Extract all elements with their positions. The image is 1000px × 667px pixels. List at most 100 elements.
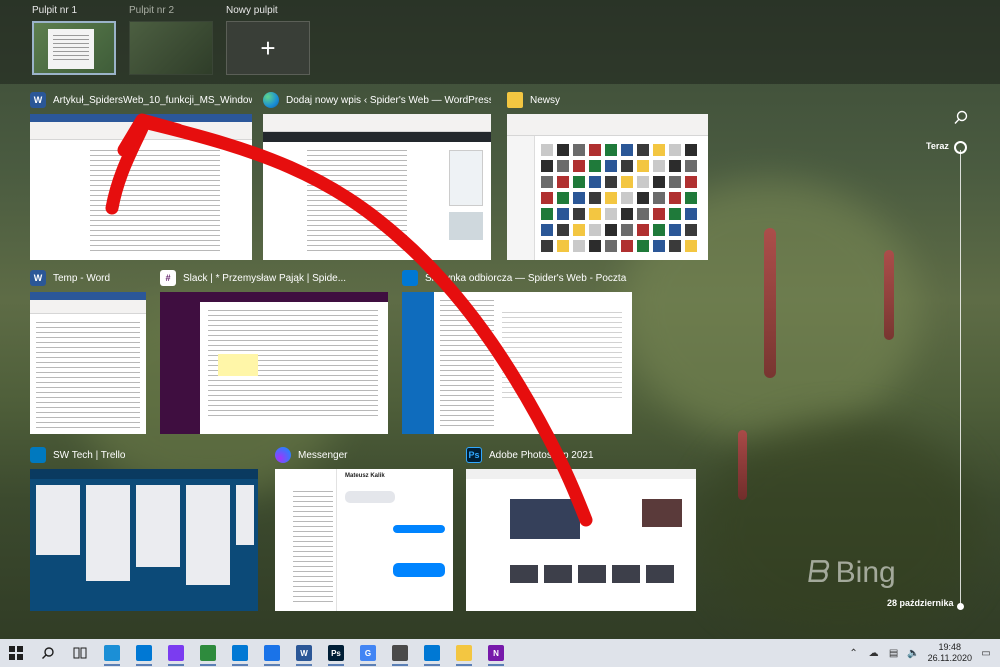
window-trello[interactable]: SW Tech | Trello [30, 445, 258, 611]
phone-app[interactable] [256, 639, 288, 667]
edge-app[interactable] [96, 639, 128, 667]
window-word-article[interactable]: W Artykuł_SpidersWeb_10_funkcji_MS_Windo… [30, 90, 252, 260]
window-header: W Temp - Word [30, 268, 146, 288]
bing-watermark: ᗷ Bing [806, 556, 896, 590]
timeline-now-marker[interactable] [954, 141, 967, 154]
search-icon [40, 645, 56, 661]
chevron-up-icon[interactable]: ⌃ [848, 647, 860, 659]
file-tile [605, 192, 617, 204]
window-title: Newsy [530, 94, 561, 106]
desktop-1[interactable]: Pulpit nr 1 [32, 4, 116, 75]
file-tile [653, 160, 665, 172]
desktop-1-thumbnail[interactable] [32, 21, 116, 75]
desktop-2-thumbnail[interactable] [129, 21, 213, 75]
word-app[interactable]: W [288, 639, 320, 667]
file-tile [557, 160, 569, 172]
window-thumbnail[interactable] [30, 114, 252, 260]
file-tile [605, 224, 617, 236]
file-tile [669, 208, 681, 220]
folder-icon [456, 645, 472, 661]
window-header: SW Tech | Trello [30, 445, 258, 465]
file-tile [685, 208, 697, 220]
file-tile [557, 144, 569, 156]
desktop-1-preview [48, 29, 94, 69]
file-tile [653, 208, 665, 220]
volume-icon[interactable]: 🔈 [907, 647, 919, 659]
timeline-date-marker[interactable] [957, 603, 964, 610]
file-tile [685, 192, 697, 204]
file-tile [653, 144, 665, 156]
window-title: Skrzynka odbiorcza — Spider's Web - Pocz… [425, 272, 627, 284]
window-thumbnail[interactable] [402, 292, 632, 434]
onenote-app[interactable]: N [480, 639, 512, 667]
new-desktop-button[interactable]: + [226, 21, 310, 75]
task-view-button[interactable] [64, 639, 96, 667]
messenger-icon [275, 447, 291, 463]
start-button[interactable] [0, 639, 32, 667]
ps-promo-image [642, 499, 682, 527]
window-thumbnail[interactable] [507, 114, 708, 260]
file-tile [621, 160, 633, 172]
window-thumbnail[interactable] [30, 292, 146, 434]
file-tile [589, 224, 601, 236]
cloud-icon[interactable]: ☁ [868, 647, 880, 659]
window-header: Dodaj nowy wpis ‹ Spider's Web — WordPre… [263, 90, 491, 110]
file-tile [685, 176, 697, 188]
google-app[interactable]: G [352, 639, 384, 667]
window-slack[interactable]: # Slack | * Przemysław Pająk | Spide... [160, 268, 388, 434]
network-icon[interactable]: ▤ [888, 647, 900, 659]
window-header: Messenger [275, 445, 453, 465]
window-mail[interactable]: Skrzynka odbiorcza — Spider's Web - Pocz… [402, 268, 632, 434]
window-word-temp[interactable]: W Temp - Word [30, 268, 146, 434]
notifications-icon[interactable]: ▭ [980, 647, 992, 659]
trello-list [186, 485, 230, 585]
window-thumbnail[interactable] [466, 469, 696, 611]
ps-recent-files [510, 565, 680, 583]
clock[interactable]: 19:48 26.11.2020 [928, 642, 972, 664]
calendar-app[interactable] [224, 639, 256, 667]
file-tile [589, 144, 601, 156]
file-tile [541, 192, 553, 204]
background-flower [764, 228, 776, 378]
window-messenger[interactable]: Messenger Mateusz Kalik [275, 445, 453, 611]
timeline-track[interactable] [960, 150, 961, 608]
file-tile [669, 144, 681, 156]
calculator-app[interactable] [384, 639, 416, 667]
photoshop-app[interactable]: Ps [320, 639, 352, 667]
file-tile [637, 192, 649, 204]
window-photoshop[interactable]: Ps Adobe Photoshop 2021 [466, 445, 696, 611]
window-header: Newsy [507, 90, 708, 110]
messenger-app[interactable] [160, 639, 192, 667]
edge-icon [104, 645, 120, 661]
window-explorer-newsy[interactable]: Newsy [507, 90, 708, 260]
mail-app[interactable] [128, 639, 160, 667]
desktop-2[interactable]: Pulpit nr 2 [129, 4, 213, 75]
phone-icon [264, 645, 280, 661]
post-text [307, 150, 407, 254]
message-attachment [218, 354, 258, 376]
file-tile [605, 208, 617, 220]
new-desktop[interactable]: Nowy pulpit + [226, 4, 310, 75]
mail-icon [136, 645, 152, 661]
file-tile [557, 240, 569, 252]
search-button[interactable] [32, 639, 64, 667]
window-title: Dodaj nowy wpis ‹ Spider's Web — WordPre… [286, 94, 491, 106]
store-app[interactable] [416, 639, 448, 667]
file-tile [573, 240, 585, 252]
file-tile [573, 176, 585, 188]
system-tray: ⌃ ☁ ▤ 🔈 19:48 26.11.2020 ▭ [848, 639, 1000, 667]
file-tile [605, 176, 617, 188]
window-edge-wordpress[interactable]: Dodaj nowy wpis ‹ Spider's Web — WordPre… [263, 90, 491, 260]
window-thumbnail[interactable] [263, 114, 491, 260]
mail-icon [402, 270, 418, 286]
file-tile [557, 192, 569, 204]
window-thumbnail[interactable] [30, 469, 258, 611]
file-tile [669, 192, 681, 204]
taskbar-apps: W Ps G N [0, 639, 512, 667]
chrome-app[interactable] [192, 639, 224, 667]
window-thumbnail[interactable]: Mateusz Kalik [275, 469, 453, 611]
search-icon[interactable] [953, 110, 969, 126]
window-thumbnail[interactable] [160, 292, 388, 434]
explorer-app[interactable] [448, 639, 480, 667]
window-title: Slack | * Przemysław Pająk | Spide... [183, 272, 347, 284]
